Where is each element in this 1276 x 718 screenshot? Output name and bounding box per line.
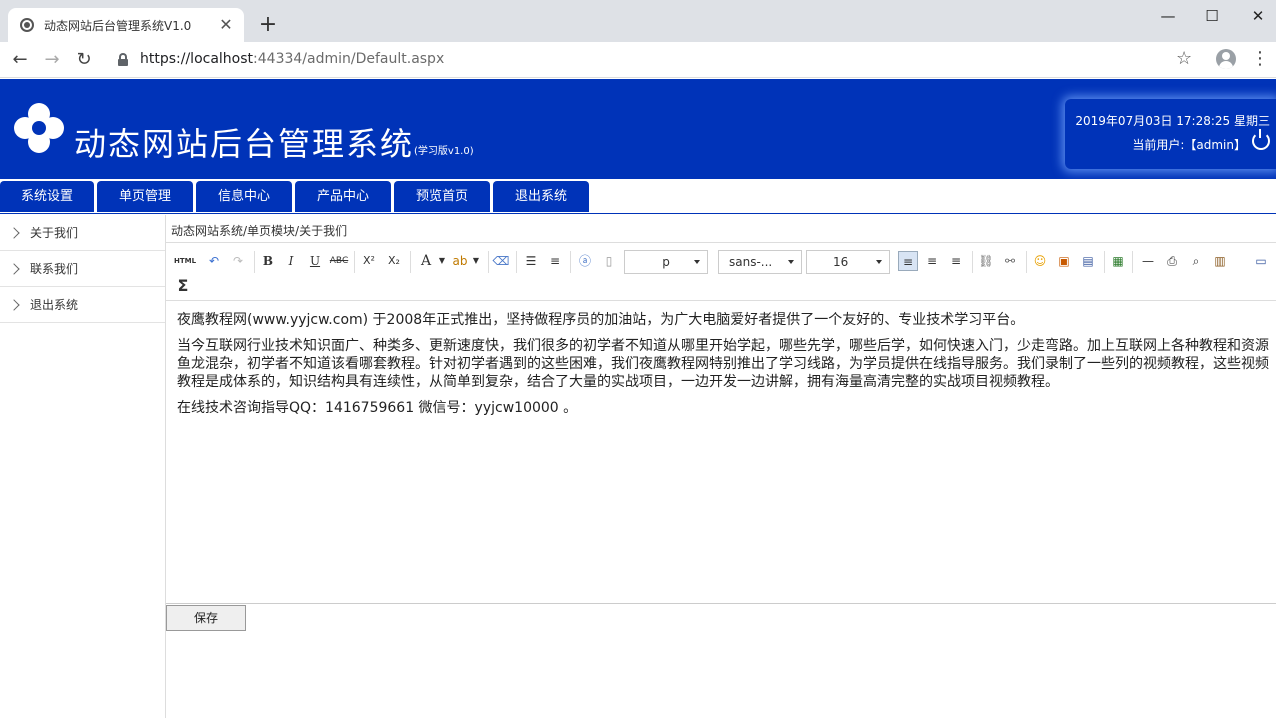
editor-toolbar: HTML ↶ ↷ B I U ABC X² X₂ A ▼ ab ▼ ⌫ ☰ ≡ …: [166, 243, 1276, 301]
sidebar-item-contact[interactable]: 联系我们: [0, 251, 165, 287]
superscript-icon[interactable]: X²: [359, 251, 379, 271]
chevron-down-icon[interactable]: ▼: [432, 251, 452, 271]
clover-logo-icon: [14, 103, 64, 153]
chevron-right-icon: [8, 226, 20, 239]
unordered-list-icon[interactable]: ≡: [545, 251, 565, 271]
sidebar-item-logout[interactable]: 退出系统: [0, 287, 165, 323]
address-bar: ← → ↻ https://localhost:44334/admin/Defa…: [0, 42, 1276, 78]
new-tab-icon[interactable]: +: [256, 13, 280, 37]
video-icon[interactable]: ▤: [1078, 251, 1098, 271]
sidebar-item-label: 退出系统: [30, 298, 79, 312]
app-subtitle: (学习版v1.0): [414, 146, 474, 157]
link-icon[interactable]: ⛓: [976, 251, 996, 271]
rich-text-editor: HTML ↶ ↷ B I U ABC X² X₂ A ▼ ab ▼ ⌫ ☰ ≡ …: [166, 242, 1276, 604]
font-family-select[interactable]: sans-...: [718, 250, 802, 274]
nav-tab-product-center[interactable]: 产品中心: [295, 181, 391, 212]
map-icon[interactable]: ▦: [1108, 251, 1128, 271]
nav-tab-preview-home[interactable]: 预览首页: [394, 181, 490, 212]
nav-tab-logout[interactable]: 退出系统: [493, 181, 589, 212]
close-window-icon[interactable]: ✕: [1243, 4, 1273, 28]
subscript-icon[interactable]: X₂: [384, 251, 404, 271]
eraser-icon[interactable]: ⌫: [491, 251, 511, 271]
maximize-icon[interactable]: ☐: [1197, 4, 1227, 28]
chevron-right-icon: [8, 262, 20, 275]
datetime-text: 2019年07月03日 17:28:25 星期三: [1075, 114, 1270, 128]
print-icon[interactable]: ⎙: [1162, 251, 1182, 271]
ordered-list-icon[interactable]: ☰: [521, 251, 541, 271]
profile-avatar-icon[interactable]: [1216, 49, 1236, 69]
reload-icon[interactable]: ↻: [72, 48, 96, 72]
blank-page-icon[interactable]: ▯: [599, 251, 619, 271]
url-path: :44334/admin/Default.aspx: [253, 51, 445, 67]
url-host: https://localhost: [140, 51, 254, 67]
emoji-icon[interactable]: ☺: [1030, 251, 1050, 271]
chevron-right-icon: [8, 298, 20, 311]
image-icon[interactable]: ▣: [1054, 251, 1074, 271]
app-header: 动态网站后台管理系统 (学习版v1.0) 2019年07月03日 17:28:2…: [0, 79, 1276, 179]
font-size-select[interactable]: 16: [806, 250, 890, 274]
formula-sigma-icon[interactable]: Σ: [173, 276, 193, 296]
nav-tab-single-page[interactable]: 单页管理: [97, 181, 193, 212]
paste-icon[interactable]: ▥: [1210, 251, 1230, 271]
preview-icon[interactable]: ⌕: [1186, 251, 1206, 271]
back-icon[interactable]: ←: [8, 48, 32, 72]
content-paragraph-3: 在线技术咨询指导QQ：1416759661 微信号：yyjcw10000 。: [177, 400, 578, 416]
align-right-icon[interactable]: ≡: [946, 251, 966, 271]
app-title: 动态网站后台管理系统: [74, 125, 415, 163]
menu-kebab-icon[interactable]: ⋮: [1250, 48, 1270, 69]
breadcrumb: 动态网站系统/单页模块/关于我们: [171, 224, 348, 238]
content-paragraph-1: 夜鹰教程网(www.yyjcw.com) 于2008年正式推出，坚持做程序员的加…: [177, 312, 1025, 328]
minimize-icon[interactable]: —: [1153, 4, 1183, 28]
url-input[interactable]: https://localhost:44334/admin/Default.as…: [140, 51, 444, 67]
sidebar-item-label: 关于我们: [30, 226, 79, 240]
sidebar-item-about[interactable]: 关于我们: [0, 215, 165, 251]
save-button[interactable]: 保存: [166, 605, 246, 631]
content-paragraph-2: 当今互联网行业技术知识面广、种类多、更新速度快，我们很多的初学者不知道从哪里开始…: [177, 338, 1269, 390]
globe-icon: [20, 18, 34, 32]
nav-tab-system-settings[interactable]: 系统设置: [0, 181, 94, 212]
bold-icon[interactable]: B: [258, 251, 278, 271]
html-source-icon[interactable]: HTML: [174, 251, 196, 271]
horizontal-rule-icon[interactable]: —: [1138, 251, 1158, 271]
current-user-text: 当前用户:【admin】: [1132, 138, 1246, 152]
close-tab-icon[interactable]: ✕: [216, 15, 236, 35]
paragraph-format-select[interactable]: p: [624, 250, 708, 274]
unlink-icon[interactable]: ⚯: [1000, 251, 1020, 271]
italic-icon[interactable]: I: [281, 251, 301, 271]
power-icon[interactable]: [1252, 129, 1270, 150]
anchor-icon[interactable]: ⓐ: [575, 251, 595, 271]
browser-tab-bar: 动态网站后台管理系统V1.0 ✕ + — ☐ ✕: [0, 0, 1276, 42]
strikethrough-icon[interactable]: ABC: [329, 251, 349, 271]
chevron-down-icon[interactable]: ▼: [466, 251, 486, 271]
undo-icon[interactable]: ↶: [204, 251, 224, 271]
browser-tab[interactable]: 动态网站后台管理系统V1.0 ✕: [8, 8, 244, 42]
top-nav: 系统设置 单页管理 信息中心 产品中心 预览首页 退出系统: [0, 179, 1276, 214]
sidebar-item-label: 联系我们: [30, 262, 79, 276]
editor-content[interactable]: 夜鹰教程网(www.yyjcw.com) 于2008年正式推出，坚持做程序员的加…: [177, 311, 1269, 425]
fullscreen-icon[interactable]: ▭: [1251, 251, 1271, 271]
forward-icon[interactable]: →: [40, 48, 64, 72]
info-box: 2019年07月03日 17:28:25 星期三 当前用户:【admin】: [1065, 99, 1276, 169]
tab-title: 动态网站后台管理系统V1.0: [44, 18, 192, 33]
redo-icon[interactable]: ↷: [228, 251, 248, 271]
sidebar: 关于我们 联系我们 退出系统: [0, 215, 166, 718]
nav-tab-info-center[interactable]: 信息中心: [196, 181, 292, 212]
lock-icon: [118, 53, 128, 66]
align-left-icon[interactable]: ≡: [898, 251, 918, 271]
underline-icon[interactable]: U: [305, 251, 325, 271]
bookmark-star-icon[interactable]: ☆: [1176, 48, 1192, 69]
align-center-icon[interactable]: ≡: [922, 251, 942, 271]
